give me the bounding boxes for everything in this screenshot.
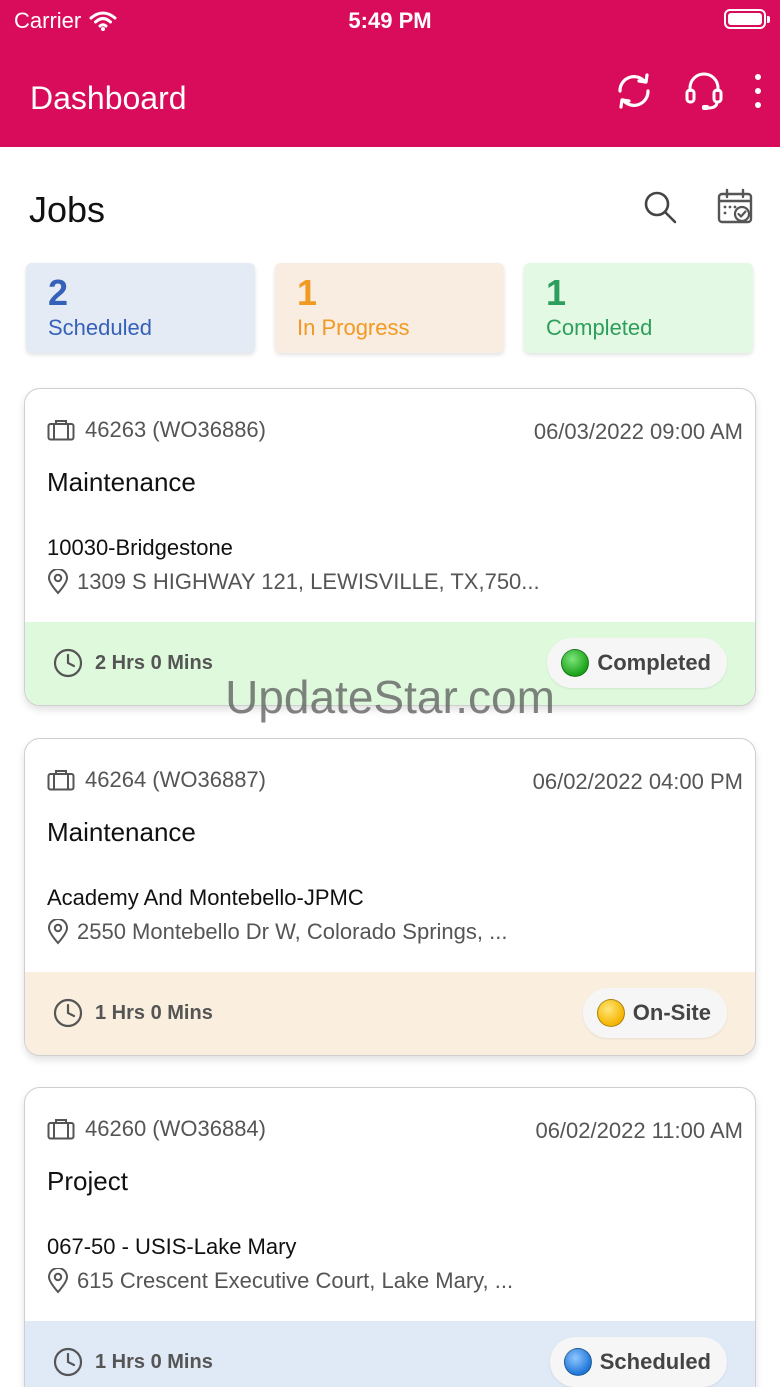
job-address: 1309 S HIGHWAY 121, LEWISVILLE, TX,750..…	[77, 569, 540, 594]
summary-completed[interactable]: 1 Completed	[524, 263, 753, 353]
clock-icon	[53, 1347, 83, 1377]
summary-scheduled[interactable]: 2 Scheduled	[26, 263, 255, 353]
job-address: 2550 Montebello Dr W, Colorado Springs, …	[77, 919, 508, 944]
job-date: 06/02/2022 11:00 AM	[535, 1118, 743, 1143]
job-footer: 1 Hrs 0 Mins On-Site	[25, 972, 755, 1055]
job-id-row: 46260 (WO36884)	[47, 1116, 266, 1142]
jobs-toolbar	[642, 188, 754, 226]
job-card[interactable]: 46264 (WO36887) 06/02/2022 04:00 PM Main…	[24, 738, 756, 1056]
job-id: 46264 (WO36887)	[85, 767, 266, 792]
job-type: Maintenance	[47, 467, 196, 497]
job-id: 46260 (WO36884)	[85, 1116, 266, 1141]
status-bar: Carrier 5:49 PM	[0, 0, 780, 40]
job-duration-row: 1 Hrs 0 Mins	[53, 1347, 213, 1377]
status-dot-icon	[596, 999, 625, 1027]
job-id: 46263 (WO36886)	[85, 417, 266, 442]
summary-count: 1	[297, 272, 318, 313]
job-duration-row: 1 Hrs 0 Mins	[53, 998, 213, 1028]
sync-icon[interactable]	[614, 71, 654, 111]
summary-count: 1	[546, 272, 567, 313]
job-card[interactable]: 46260 (WO36884) 06/02/2022 11:00 AM Proj…	[24, 1087, 756, 1387]
job-site: Academy And Montebello-JPMC	[47, 885, 364, 910]
job-duration: 1 Hrs 0 Mins	[95, 1350, 213, 1373]
header-actions	[614, 70, 762, 112]
page-title: Dashboard	[30, 80, 187, 116]
job-id-row: 46264 (WO36887)	[47, 767, 266, 793]
calendar-check-icon[interactable]	[716, 188, 754, 226]
location-pin-icon	[47, 569, 69, 595]
job-address-row: 2550 Montebello Dr W, Colorado Springs, …	[47, 919, 507, 945]
job-site: 067-50 - USIS-Lake Mary	[47, 1234, 297, 1259]
briefcase-icon	[47, 420, 75, 441]
summary-in-progress[interactable]: 1 In Progress	[275, 263, 504, 353]
job-summary: 2 Scheduled 1 In Progress 1 Completed	[26, 263, 753, 353]
summary-count: 2	[48, 272, 69, 313]
job-date: 06/03/2022 09:00 AM	[533, 419, 743, 444]
status-time: 5:49 PM	[348, 8, 432, 33]
job-address: 615 Crescent Executive Court, Lake Mary,…	[77, 1268, 514, 1293]
job-duration: 1 Hrs 0 Mins	[95, 1001, 213, 1024]
battery-icon	[724, 9, 770, 29]
jobs-section-title: Jobs	[29, 189, 106, 230]
job-type: Project	[47, 1166, 128, 1196]
watermark: UpdateStar.com	[225, 671, 555, 723]
job-address-row: 1309 S HIGHWAY 121, LEWISVILLE, TX,750..…	[47, 569, 540, 595]
status-label: On-Site	[632, 1000, 711, 1025]
job-address-row: 615 Crescent Executive Court, Lake Mary,…	[47, 1268, 513, 1294]
status-badge[interactable]: Scheduled	[549, 1337, 727, 1387]
status-dot-icon	[563, 1348, 592, 1376]
location-pin-icon	[47, 1268, 69, 1294]
summary-label: Scheduled	[48, 315, 152, 340]
job-id-row: 46263 (WO36886)	[47, 417, 266, 443]
briefcase-icon	[47, 770, 75, 791]
job-card[interactable]: 46263 (WO36886) 06/03/2022 09:00 AM Main…	[24, 388, 756, 706]
briefcase-icon	[47, 1119, 75, 1140]
search-icon[interactable]	[642, 189, 678, 225]
job-footer: 1 Hrs 0 Mins Scheduled	[25, 1321, 755, 1387]
job-site: 10030-Bridgestone	[47, 535, 233, 560]
status-label: Scheduled	[599, 1349, 711, 1374]
status-badge[interactable]: On-Site	[582, 988, 727, 1038]
job-date: 06/02/2022 04:00 PM	[532, 769, 743, 794]
headset-icon[interactable]	[684, 70, 724, 112]
location-pin-icon	[47, 919, 69, 945]
summary-label: In Progress	[297, 315, 410, 340]
clock-icon	[53, 998, 83, 1028]
summary-label: Completed	[546, 315, 653, 340]
app-header: Carrier 5:49 PM Dashboard	[0, 0, 780, 147]
job-type: Maintenance	[47, 817, 196, 847]
more-vertical-icon[interactable]	[754, 73, 762, 109]
